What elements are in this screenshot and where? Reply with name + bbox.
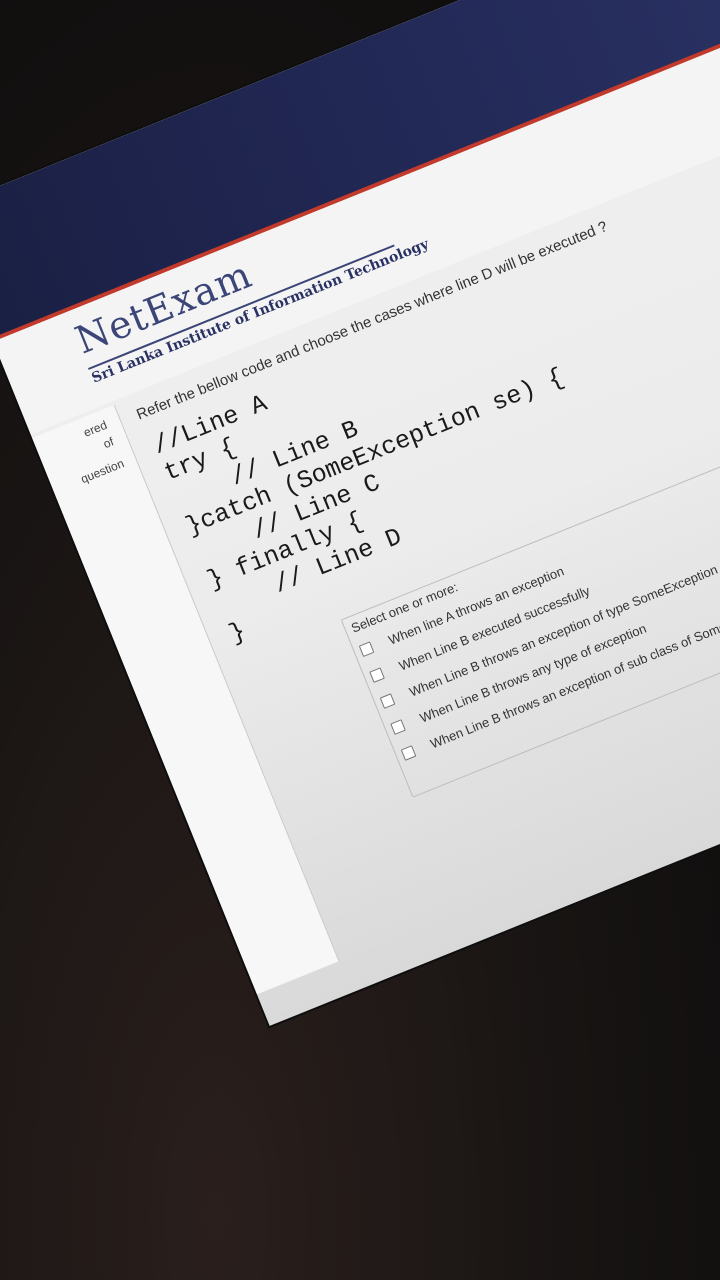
nav-fragment-of: of	[101, 434, 116, 452]
checkbox[interactable]	[390, 719, 406, 735]
checkbox[interactable]	[400, 745, 417, 761]
checkbox[interactable]	[369, 667, 385, 683]
checkbox[interactable]	[358, 641, 375, 657]
nav-fragment-question[interactable]: question	[79, 456, 126, 486]
checkbox[interactable]	[379, 693, 396, 709]
